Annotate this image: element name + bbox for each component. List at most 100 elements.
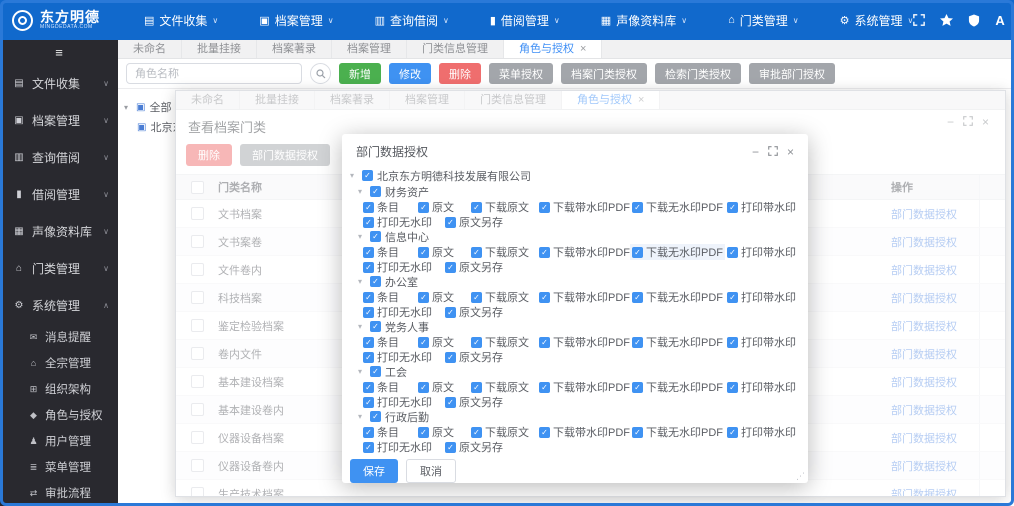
checkbox-checked[interactable]: ✓ (370, 321, 381, 332)
shield-icon[interactable] (968, 14, 980, 27)
checkbox-checked[interactable]: ✓ (363, 306, 374, 318)
permission-item[interactable]: ✓ 下载带水印PDF (537, 379, 630, 395)
checkbox-checked[interactable]: ✓ (363, 441, 374, 453)
checkbox-checked[interactable]: ✓ (418, 381, 429, 393)
permission-item[interactable]: ✓ 条目 (361, 379, 416, 395)
permission-item[interactable]: ✓ 原文 (416, 379, 469, 395)
checkbox-checked[interactable]: ✓ (539, 336, 550, 348)
checkbox-checked[interactable]: ✓ (418, 246, 429, 258)
checkbox-checked[interactable]: ✓ (418, 291, 429, 303)
checkbox-checked[interactable]: ✓ (363, 246, 374, 258)
toolbar-button[interactable]: 档案门类授权 (561, 63, 647, 84)
close-icon[interactable]: × (787, 145, 794, 159)
sidebar-item[interactable]: ⚙ 系统管理 ∧ (0, 287, 118, 324)
permission-item[interactable]: ✓ 打印带水印 (725, 379, 800, 395)
checkbox-checked[interactable]: ✓ (363, 336, 374, 348)
checkbox-checked[interactable]: ✓ (632, 291, 643, 303)
checkbox-checked[interactable]: ✓ (418, 336, 429, 348)
permission-item[interactable]: ✓ 打印带水印 (725, 334, 800, 350)
permission-item[interactable]: ✓ 下载带水印PDF (537, 334, 630, 350)
checkbox-checked[interactable]: ✓ (632, 381, 643, 393)
permission-item[interactable]: ✓ 原文另存 (443, 349, 800, 365)
permission-item[interactable]: ✓ 下载无水印PDF (630, 334, 725, 350)
checkbox-checked[interactable]: ✓ (632, 246, 643, 258)
fullscreen-icon[interactable] (913, 14, 926, 26)
sidebar-subitem[interactable]: ◆ 角色与授权 (0, 402, 118, 428)
sidebar-item[interactable]: ▥ 查询借阅 ∨ (0, 139, 118, 176)
permission-item[interactable]: ✓ 下载原文 (469, 289, 537, 305)
company-row[interactable]: ▾ ✓ 北京东方明德科技发展有限公司 (350, 167, 800, 184)
checkbox-checked[interactable]: ✓ (370, 186, 381, 197)
permission-item[interactable]: ✓ 原文另存 (443, 214, 800, 230)
department-row[interactable]: ▾ ✓ 财务资产 (350, 184, 800, 199)
menu-item[interactable]: ⚙ 系统管理 ∨ (840, 12, 914, 29)
checkbox-checked[interactable]: ✓ (370, 276, 381, 287)
permission-item[interactable]: ✓ 原文另存 (443, 394, 800, 410)
menu-item[interactable]: ▦ 声像资料库 ∨ (601, 12, 687, 29)
permission-item[interactable]: ✓ 原文 (416, 244, 469, 260)
toolbar-button[interactable]: 审批部门授权 (749, 63, 835, 84)
save-button[interactable]: 保存 (350, 459, 398, 483)
checkbox-checked[interactable]: ✓ (363, 291, 374, 303)
checkbox-checked[interactable]: ✓ (445, 441, 456, 453)
permission-item[interactable]: ✓ 原文 (416, 334, 469, 350)
permission-item[interactable]: ✓ 下载带水印PDF (537, 289, 630, 305)
checkbox-checked[interactable]: ✓ (445, 306, 456, 318)
department-row[interactable]: ▾ ✓ 行政后勤 (350, 409, 800, 424)
menu-item[interactable]: ▮ 借阅管理 ∨ (490, 12, 560, 29)
permission-item[interactable]: ✓ 下载无水印PDF (630, 199, 725, 215)
checkbox-checked[interactable]: ✓ (471, 246, 482, 258)
permission-item[interactable]: ✓ 下载无水印PDF (630, 424, 725, 440)
sidebar-subitem[interactable]: ≣ 菜单管理 (0, 454, 118, 480)
checkbox-checked[interactable]: ✓ (363, 396, 374, 408)
checkbox-checked[interactable]: ✓ (363, 216, 374, 228)
toolbar-button[interactable]: 修改 (389, 63, 431, 84)
minimize-icon[interactable]: − (752, 145, 759, 159)
cancel-button[interactable]: 取消 (406, 459, 456, 483)
checkbox-checked[interactable]: ✓ (418, 201, 429, 213)
checkbox-checked[interactable]: ✓ (370, 411, 381, 422)
permission-item[interactable]: ✓ 下载带水印PDF (537, 424, 630, 440)
checkbox-checked[interactable]: ✓ (471, 426, 482, 438)
search-button[interactable] (310, 63, 331, 84)
tab[interactable]: 批量挂接 (182, 40, 257, 58)
checkbox-checked[interactable]: ✓ (445, 396, 456, 408)
department-row[interactable]: ▾ ✓ 办公室 (350, 274, 800, 289)
checkbox-checked[interactable]: ✓ (539, 246, 550, 258)
permission-item[interactable]: ✓ 下载原文 (469, 199, 537, 215)
checkbox-checked[interactable]: ✓ (370, 231, 381, 242)
permission-item[interactable]: ✓ 打印带水印 (725, 244, 800, 260)
checkbox-checked[interactable]: ✓ (727, 201, 738, 213)
toolbar-button[interactable]: 菜单授权 (489, 63, 553, 84)
permission-item[interactable]: ✓ 打印带水印 (725, 424, 800, 440)
checkbox-checked[interactable]: ✓ (363, 381, 374, 393)
permission-item[interactable]: ✓ 原文另存 (443, 439, 800, 455)
tab[interactable]: 档案著录 (257, 40, 332, 58)
checkbox-checked[interactable]: ✓ (363, 201, 374, 213)
toolbar-button[interactable]: 检索门类授权 (655, 63, 741, 84)
checkbox-checked[interactable]: ✓ (445, 216, 456, 228)
permission-item[interactable]: ✓ 下载带水印PDF (537, 244, 630, 260)
permission-item[interactable]: ✓ 打印无水印 (361, 439, 443, 455)
expand-icon[interactable] (768, 145, 778, 159)
checkbox-checked[interactable]: ✓ (363, 261, 374, 273)
permission-item[interactable]: ✓ 原文 (416, 199, 469, 215)
star-icon[interactable] (940, 13, 954, 27)
tab-active[interactable]: 角色与授权 × (504, 40, 603, 58)
permission-item[interactable]: ✓ 下载原文 (469, 244, 537, 260)
permission-item[interactable]: ✓ 原文 (416, 424, 469, 440)
checkbox-checked[interactable]: ✓ (445, 261, 456, 273)
menu-item[interactable]: ▤ 文件收集 ∨ (144, 12, 218, 29)
permission-item[interactable]: ✓ 条目 (361, 424, 416, 440)
department-row[interactable]: ▾ ✓ 党务人事 (350, 319, 800, 334)
checkbox-checked[interactable]: ✓ (632, 336, 643, 348)
tab[interactable]: 未命名 (118, 40, 182, 58)
sidebar-subitem[interactable]: ⌂ 全宗管理 (0, 350, 118, 376)
hamburger-menu-icon[interactable]: ≡ (0, 40, 118, 65)
permission-item[interactable]: ✓ 下载无水印PDF (630, 379, 725, 395)
checkbox-checked[interactable]: ✓ (727, 426, 738, 438)
department-row[interactable]: ▾ ✓ 工会 (350, 364, 800, 379)
menu-item[interactable]: ▥ 查询借阅 ∨ (375, 12, 449, 29)
checkbox-checked[interactable]: ✓ (539, 381, 550, 393)
sidebar-item[interactable]: ▣ 档案管理 ∨ (0, 102, 118, 139)
